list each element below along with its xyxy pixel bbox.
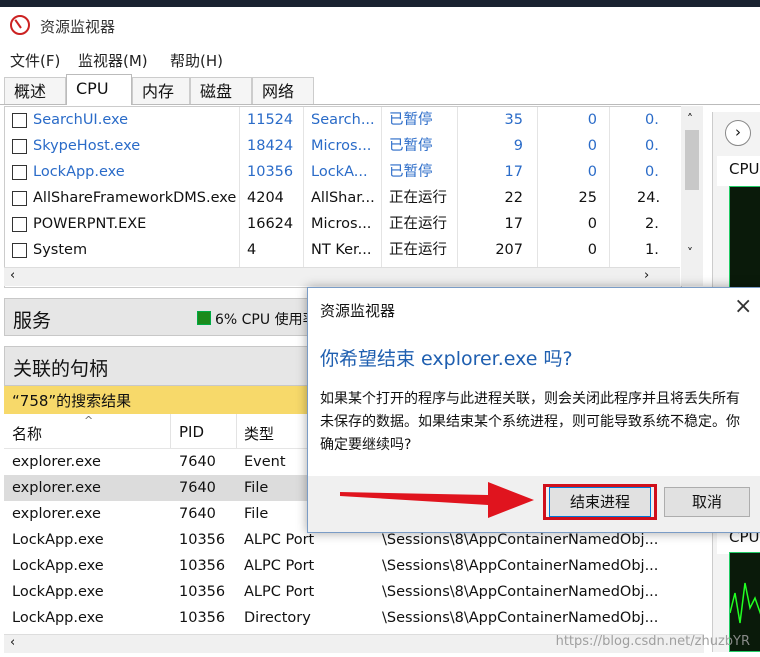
- menu-help[interactable]: 帮助(H): [170, 50, 223, 71]
- watermark: https://blog.csdn.net/zhuzbYR: [555, 634, 750, 649]
- dialog-message: 如果某个打开的程序与此进程关联，则会关闭此程序并且将丢失所有未保存的数据。如果结…: [320, 391, 740, 453]
- tab-memory[interactable]: 内存: [132, 77, 190, 104]
- scroll-down-icon[interactable]: ˅: [687, 246, 693, 260]
- scrollbar-thumb[interactable]: [685, 130, 699, 190]
- column-name[interactable]: 名称: [12, 423, 42, 444]
- tab-overview[interactable]: 概述: [4, 77, 66, 104]
- column-type[interactable]: 类型: [244, 423, 274, 444]
- process-row[interactable]: SearchUI.exe 11524 Search... 已暂停 35 0 0.: [5, 107, 681, 133]
- search-result-text: “758”的搜索结果: [12, 392, 132, 410]
- cpu-graph-label: CPU: [729, 160, 760, 178]
- tab-disk[interactable]: 磁盘: [190, 77, 252, 104]
- process-row[interactable]: AllShareFrameworkDMS.exe 4204 AllShar...…: [5, 185, 681, 211]
- tab-cpu[interactable]: CPU: [66, 74, 132, 105]
- services-cpu-usage: 6% CPU 使用率: [215, 312, 307, 328]
- process-row[interactable]: POWERPNT.EXE 16624 Micros... 正在运行 17 0 2…: [5, 211, 681, 237]
- process-list: SearchUI.exe 11524 Search... 已暂停 35 0 0.…: [4, 106, 682, 288]
- dialog-title: 资源监视器: [320, 302, 396, 320]
- dialog-heading: 你希望结束 explorer.exe 吗?: [320, 348, 573, 370]
- handle-row[interactable]: LockApp.exe 10356 Directory \Sessions\8\…: [4, 605, 704, 631]
- process-row[interactable]: LockApp.exe 10356 LockA... 已暂停 17 0 0.: [5, 159, 681, 185]
- process-checkbox[interactable]: [12, 217, 27, 232]
- process-checkbox[interactable]: [12, 165, 27, 180]
- sort-asc-icon: ^: [84, 414, 94, 427]
- window-top-edge: [0, 0, 760, 7]
- process-checkbox[interactable]: [12, 139, 27, 154]
- cancel-button[interactable]: 取消: [664, 487, 750, 517]
- process-row[interactable]: SkypeHost.exe 18424 Micros... 已暂停 9 0 0.: [5, 133, 681, 159]
- process-list-horizontal-scrollbar[interactable]: ‹ ›: [4, 267, 680, 286]
- process-checkbox[interactable]: [12, 243, 27, 258]
- cpu-usage-indicator-icon: [197, 311, 211, 325]
- end-process-button[interactable]: 结束进程: [549, 487, 651, 517]
- handle-row[interactable]: LockApp.exe 10356 ALPC Port \Sessions\8\…: [4, 579, 704, 605]
- expand-arrow-icon[interactable]: ›: [725, 120, 751, 146]
- scroll-right-icon[interactable]: ›: [644, 268, 649, 283]
- process-checkbox[interactable]: [12, 113, 27, 128]
- resource-monitor-icon: [10, 15, 30, 35]
- scroll-left-icon[interactable]: ‹: [10, 635, 15, 650]
- menu-monitor[interactable]: 监视器(M): [78, 50, 148, 71]
- column-pid[interactable]: PID: [179, 423, 204, 441]
- annotation-arrow-icon: [340, 482, 534, 518]
- scroll-left-icon[interactable]: ‹: [10, 268, 15, 283]
- tab-network[interactable]: 网络: [252, 77, 314, 104]
- process-row[interactable]: System 4 NT Ker... 正在运行 207 0 1.: [5, 237, 681, 263]
- handles-title: 关联的句柄: [13, 358, 109, 380]
- menu-file[interactable]: 文件(F): [10, 50, 60, 71]
- process-checkbox[interactable]: [12, 191, 27, 206]
- scroll-up-icon[interactable]: ˄: [687, 112, 693, 126]
- services-title: 服务: [13, 310, 52, 332]
- handle-row[interactable]: LockApp.exe 10356 ALPC Port \Sessions\8\…: [4, 553, 704, 579]
- window-title: 资源监视器: [40, 18, 116, 36]
- process-list-vertical-scrollbar[interactable]: ˄ ˅: [681, 106, 703, 286]
- close-icon[interactable]: ×: [734, 294, 752, 319]
